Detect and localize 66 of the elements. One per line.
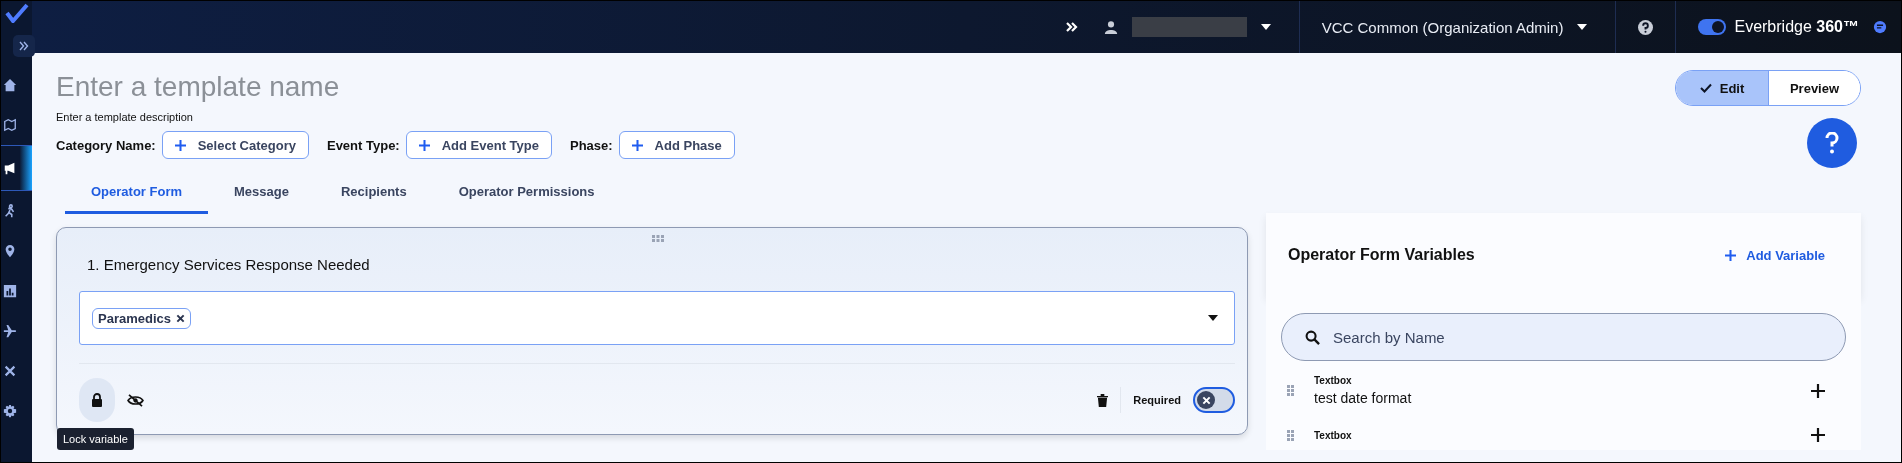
caret-icon[interactable] (1260, 24, 1271, 30)
home-icon (3, 78, 17, 92)
product-toggle[interactable] (1698, 19, 1727, 35)
drag-handle-icon[interactable] (652, 235, 664, 242)
question-mark-icon (1825, 132, 1839, 154)
dropdown-caret-icon[interactable] (1208, 315, 1218, 321)
product-name: Everbridge 360™ (1734, 18, 1859, 36)
check-icon (1699, 83, 1712, 93)
expand-sidebar-button[interactable] (13, 35, 35, 57)
megaphone-icon (3, 161, 17, 175)
tab[interactable]: Operator Permissions (432, 176, 621, 214)
plane-icon (3, 324, 17, 338)
template-name-field[interactable]: Enter a template name (56, 71, 556, 103)
organization-dropdown[interactable]: VCC Common (Organization Admin) (1321, 18, 1564, 36)
panel-title: Operator Form Variables (1288, 246, 1475, 264)
variable-type: Textbox (1314, 375, 1353, 386)
user-icon[interactable] (1103, 20, 1118, 34)
plus-icon[interactable] (1811, 428, 1825, 442)
field-label: Event Type: (326, 137, 400, 153)
plus-icon[interactable] (1811, 383, 1825, 398)
plus-icon (174, 139, 186, 151)
tooltip: Lock variable (57, 428, 134, 450)
variable-type: Textbox (1314, 429, 1353, 441)
chat-icon[interactable] (1873, 20, 1887, 34)
add-button[interactable]: Add Phase (618, 131, 735, 159)
plus-icon (1725, 249, 1737, 261)
gear-icon (3, 404, 17, 418)
remove-icon[interactable] (176, 313, 185, 323)
trash-icon[interactable] (1097, 393, 1109, 407)
tab[interactable]: Message (208, 176, 315, 214)
eye-slash-icon[interactable] (127, 393, 144, 407)
tag-chip: Paramedics (92, 307, 191, 329)
double-chevron-icon (19, 41, 29, 51)
drag-handle-icon[interactable] (1287, 429, 1294, 441)
mode-tab[interactable]: Edit (1676, 71, 1768, 105)
drag-handle-icon[interactable] (1287, 385, 1294, 396)
plus-icon (418, 139, 430, 151)
mode-tab[interactable]: Preview (1768, 71, 1860, 105)
run-icon (3, 204, 17, 218)
field-label: Phase: (569, 137, 613, 153)
plus-icon (631, 139, 643, 151)
help-button[interactable] (1807, 118, 1857, 168)
variable-name: test date format (1314, 390, 1413, 406)
add-button[interactable]: Select Category (161, 131, 309, 159)
tab[interactable]: Operator Form (65, 176, 208, 214)
double-chevron-icon[interactable] (1065, 22, 1078, 32)
map-icon (3, 118, 17, 132)
field-label: Category Name: (56, 137, 156, 153)
lock-icon (91, 393, 103, 407)
tab[interactable]: Recipients (314, 176, 433, 214)
multi-select-field[interactable]: Paramedics (79, 291, 1235, 345)
form-item-title: 1. Emergency Services Response Needed (86, 256, 371, 273)
pin-icon (3, 244, 17, 258)
caret-icon[interactable] (1577, 24, 1588, 30)
add-button[interactable]: Add Event Type (405, 131, 552, 159)
checkmark-logo-icon (4, 3, 29, 23)
required-toggle[interactable] (1193, 387, 1235, 413)
help-icon[interactable] (1638, 19, 1654, 35)
search-field[interactable]: Search by Name (1281, 313, 1846, 361)
template-description-field[interactable]: Enter a template description (56, 111, 356, 123)
x-icon (1201, 395, 1211, 405)
sidebar-item[interactable] (1, 145, 32, 191)
lock-button[interactable] (79, 378, 115, 422)
add-variable-button[interactable]: Add Variable (1719, 246, 1831, 264)
required-label: Required (1133, 394, 1181, 406)
chart-icon (3, 284, 17, 298)
